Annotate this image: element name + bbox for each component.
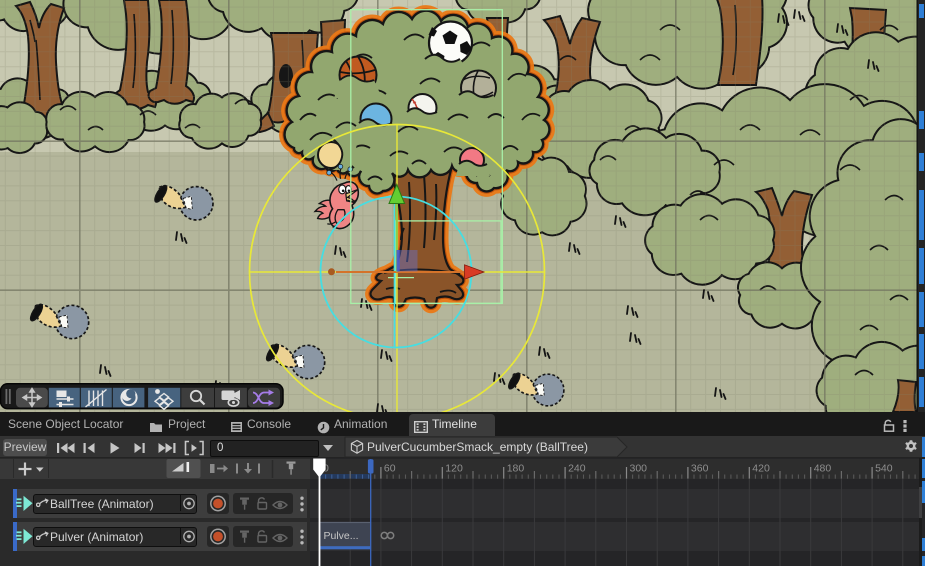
svg-text:180: 180 — [507, 463, 525, 475]
svg-text:300: 300 — [630, 463, 648, 475]
svg-text:540: 540 — [875, 463, 893, 475]
svg-text:420: 420 — [752, 463, 770, 475]
svg-text:Pulve...: Pulve... — [324, 530, 359, 542]
svg-text:240: 240 — [568, 463, 586, 475]
svg-text:60: 60 — [384, 463, 396, 475]
svg-text:360: 360 — [691, 463, 709, 475]
svg-text:120: 120 — [445, 463, 463, 475]
svg-text:480: 480 — [814, 463, 832, 475]
svg-text:PulverCucumberSmack_empty (Bal: PulverCucumberSmack_empty (BallTree) — [367, 440, 588, 454]
